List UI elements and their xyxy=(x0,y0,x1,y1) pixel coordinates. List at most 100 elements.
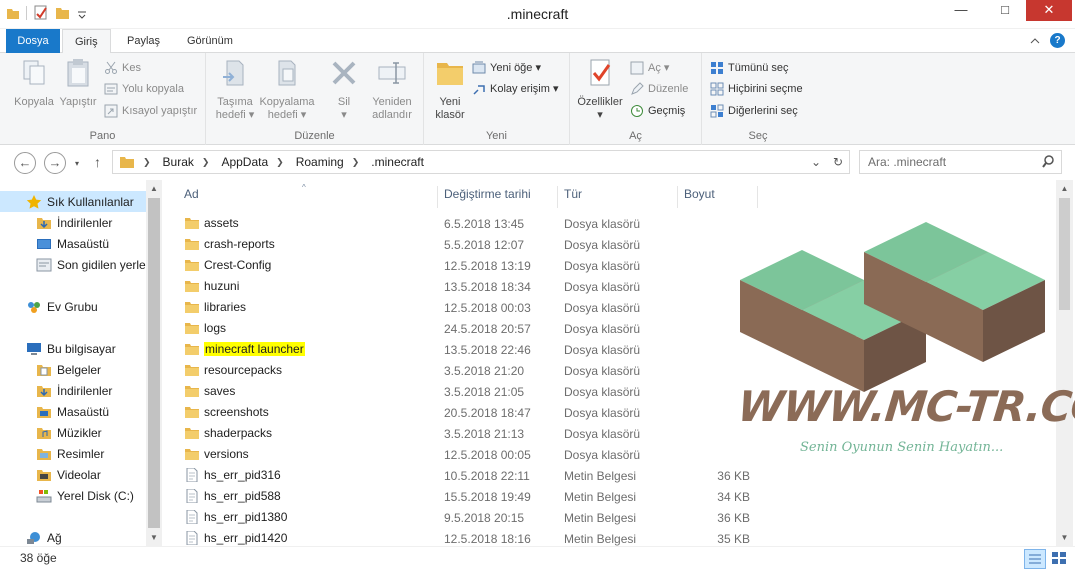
table-row[interactable]: versions 12.5.2018 00:05 Dosya klasörü xyxy=(162,445,762,466)
table-row[interactable]: saves 3.5.2018 21:05 Dosya klasörü xyxy=(162,382,762,403)
nav-pc-desktop[interactable]: Masaüstü xyxy=(0,401,109,422)
column-header-name[interactable]: Ad ^ xyxy=(178,183,438,208)
new-item-button[interactable]: Yeni öğe ▾ xyxy=(472,59,541,77)
column-header-date[interactable]: Değiştirme tarihi xyxy=(438,186,558,208)
table-row[interactable]: crash-reports 5.5.2018 12:07 Dosya klasörü xyxy=(162,235,762,256)
nav-favorites[interactable]: Sık Kullanılanlar xyxy=(0,191,146,212)
nav-this-pc[interactable]: Bu bilgisayar xyxy=(0,338,116,359)
file-list-scrollbar-thumb[interactable] xyxy=(1059,198,1070,310)
breadcrumb-separator-icon[interactable]: ❯ xyxy=(143,157,151,168)
table-row[interactable]: assets 6.5.2018 13:45 Dosya klasörü xyxy=(162,214,762,235)
breadcrumb-separator-icon[interactable]: ❯ xyxy=(202,157,210,168)
search-icon[interactable] xyxy=(1041,154,1055,170)
file-name-cell[interactable]: minecraft launcher xyxy=(184,342,305,356)
edit-button[interactable]: Düzenle xyxy=(630,80,688,98)
paste-shortcut-button[interactable]: Kısayol yapıştır xyxy=(104,102,197,120)
nav-network[interactable]: Ağ xyxy=(0,527,62,546)
table-row[interactable]: hs_err_pid316 10.5.2018 22:11 Metin Belges… xyxy=(162,466,762,487)
tab-view[interactable]: Görünüm xyxy=(175,29,245,53)
nav-pictures[interactable]: Resimler xyxy=(0,443,104,464)
nav-scrollbar[interactable]: ▲ ▼ xyxy=(146,180,162,546)
file-name-cell[interactable]: resourcepacks xyxy=(184,363,282,377)
nav-local-disk[interactable]: Yerel Disk (C:) xyxy=(0,485,134,506)
nav-scrollbar-thumb[interactable] xyxy=(148,198,160,528)
new-folder-button[interactable]: Yeni klasör xyxy=(428,57,472,122)
forward-button[interactable]: → xyxy=(44,152,66,174)
breadcrumb-separator-icon[interactable]: ❯ xyxy=(352,157,360,168)
paste-button[interactable]: Yapıştır xyxy=(57,57,99,109)
properties-button[interactable]: Özellikler ▾ xyxy=(574,57,626,122)
scroll-down-arrow-icon[interactable]: ▼ xyxy=(1056,533,1073,542)
file-name-cell[interactable]: hs_err_pid316 xyxy=(184,468,281,482)
minimize-button[interactable]: — xyxy=(938,0,984,21)
tab-home[interactable]: Giriş xyxy=(62,29,111,54)
tab-share[interactable]: Paylaş xyxy=(115,29,172,53)
move-to-button[interactable]: Taşıma hedefi ▾ xyxy=(212,57,258,122)
file-name-cell[interactable]: versions xyxy=(184,447,249,461)
copy-path-button[interactable]: Yolu kopyala xyxy=(104,80,184,98)
file-name-cell[interactable]: assets xyxy=(184,216,239,230)
file-name-cell[interactable]: crash-reports xyxy=(184,237,275,251)
easy-access-button[interactable]: Kolay erişim ▾ xyxy=(472,80,558,98)
nav-videos[interactable]: Videolar xyxy=(0,464,101,485)
history-button[interactable]: Geçmiş xyxy=(630,102,685,120)
breadcrumb-separator-icon[interactable]: ❯ xyxy=(276,157,284,168)
search-input[interactable]: Ara: .minecraft xyxy=(859,150,1062,174)
nav-music[interactable]: Müzikler xyxy=(0,422,102,443)
cut-button[interactable]: Kes xyxy=(104,59,141,77)
nav-pc-downloads[interactable]: İndirilenler xyxy=(0,380,112,401)
open-button[interactable]: Aç ▾ xyxy=(630,59,669,77)
rename-button[interactable]: Yeniden adlandır xyxy=(366,57,418,122)
table-row[interactable]: hs_err_pid1380 9.5.2018 20:15 Metin Belges… xyxy=(162,508,762,529)
table-row[interactable]: resourcepacks 3.5.2018 21:20 Dosya klasörü xyxy=(162,361,762,382)
collapse-ribbon-icon[interactable] xyxy=(1030,37,1040,45)
file-name-cell[interactable]: logs xyxy=(184,321,226,335)
file-name-cell[interactable]: hs_err_pid1380 xyxy=(184,510,287,524)
help-icon[interactable]: ? xyxy=(1050,33,1065,48)
select-all-button[interactable]: Tümünü seç xyxy=(710,59,789,77)
refresh-icon[interactable]: ↻ xyxy=(827,155,849,169)
column-header-size[interactable]: Boyut xyxy=(678,186,758,208)
select-none-button[interactable]: Hiçbirini seçme xyxy=(710,80,803,98)
up-arrow-icon[interactable]: ↑ xyxy=(94,154,101,170)
file-name-cell[interactable]: shaderpacks xyxy=(184,426,272,440)
table-row[interactable]: Crest-Config 12.5.2018 13:19 Dosya klasörü xyxy=(162,256,762,277)
nav-recent-places[interactable]: Son gidilen yerler xyxy=(0,254,150,275)
breadcrumb-roaming[interactable]: Roaming xyxy=(296,155,344,169)
breadcrumb-appdata[interactable]: AppData xyxy=(221,155,268,169)
details-view-button[interactable] xyxy=(1024,549,1046,569)
table-row[interactable]: huzuni 13.5.2018 18:34 Dosya klasörü xyxy=(162,277,762,298)
maximize-button[interactable]: □ xyxy=(982,0,1028,21)
back-button[interactable]: ← xyxy=(14,152,36,174)
table-row[interactable]: libraries 12.5.2018 00:03 Dosya klasörü xyxy=(162,298,762,319)
nav-homegroup[interactable]: Ev Grubu xyxy=(0,296,98,317)
copy-to-button[interactable]: Kopyalama hedefi ▾ xyxy=(258,57,316,122)
delete-button[interactable]: Sil ▾ xyxy=(326,57,362,122)
tab-file[interactable]: Dosya xyxy=(6,29,60,53)
nav-downloads[interactable]: İndirilenler xyxy=(0,212,112,233)
large-icons-view-button[interactable] xyxy=(1049,549,1071,569)
file-name-cell[interactable]: saves xyxy=(184,384,235,398)
address-dropdown-icon[interactable]: ⌄ xyxy=(805,155,827,169)
copy-button[interactable]: Kopyala xyxy=(12,57,56,109)
table-row[interactable]: screenshots 20.5.2018 18:47 Dosya klasörü xyxy=(162,403,762,424)
invert-selection-button[interactable]: Diğerlerini seç xyxy=(710,102,798,120)
column-header-type[interactable]: Tür xyxy=(558,186,678,208)
file-name-cell[interactable]: huzuni xyxy=(184,279,239,293)
file-name-cell[interactable]: hs_err_pid1420 xyxy=(184,531,287,545)
file-name-cell[interactable]: libraries xyxy=(184,300,246,314)
table-row[interactable]: minecraft launcher 13.5.2018 22:46 Dosya k… xyxy=(162,340,762,361)
scroll-down-arrow-icon[interactable]: ▼ xyxy=(146,533,162,542)
breadcrumb-burak[interactable]: Burak xyxy=(163,155,194,169)
recent-locations-icon[interactable]: ▾ xyxy=(75,159,79,168)
scroll-up-arrow-icon[interactable]: ▲ xyxy=(1056,184,1073,193)
file-list-scrollbar[interactable]: ▲ ▼ xyxy=(1056,180,1073,546)
breadcrumb-minecraft[interactable]: .minecraft xyxy=(371,155,424,169)
file-name-cell[interactable]: Crest-Config xyxy=(184,258,271,272)
table-row[interactable]: shaderpacks 3.5.2018 21:13 Dosya klasörü xyxy=(162,424,762,445)
file-name-cell[interactable]: hs_err_pid588 xyxy=(184,489,281,503)
file-name-cell[interactable]: screenshots xyxy=(184,405,269,419)
scroll-up-arrow-icon[interactable]: ▲ xyxy=(146,184,162,193)
table-row[interactable]: hs_err_pid588 15.5.2018 19:49 Metin Belges… xyxy=(162,487,762,508)
close-button[interactable]: ✕ xyxy=(1026,0,1072,21)
